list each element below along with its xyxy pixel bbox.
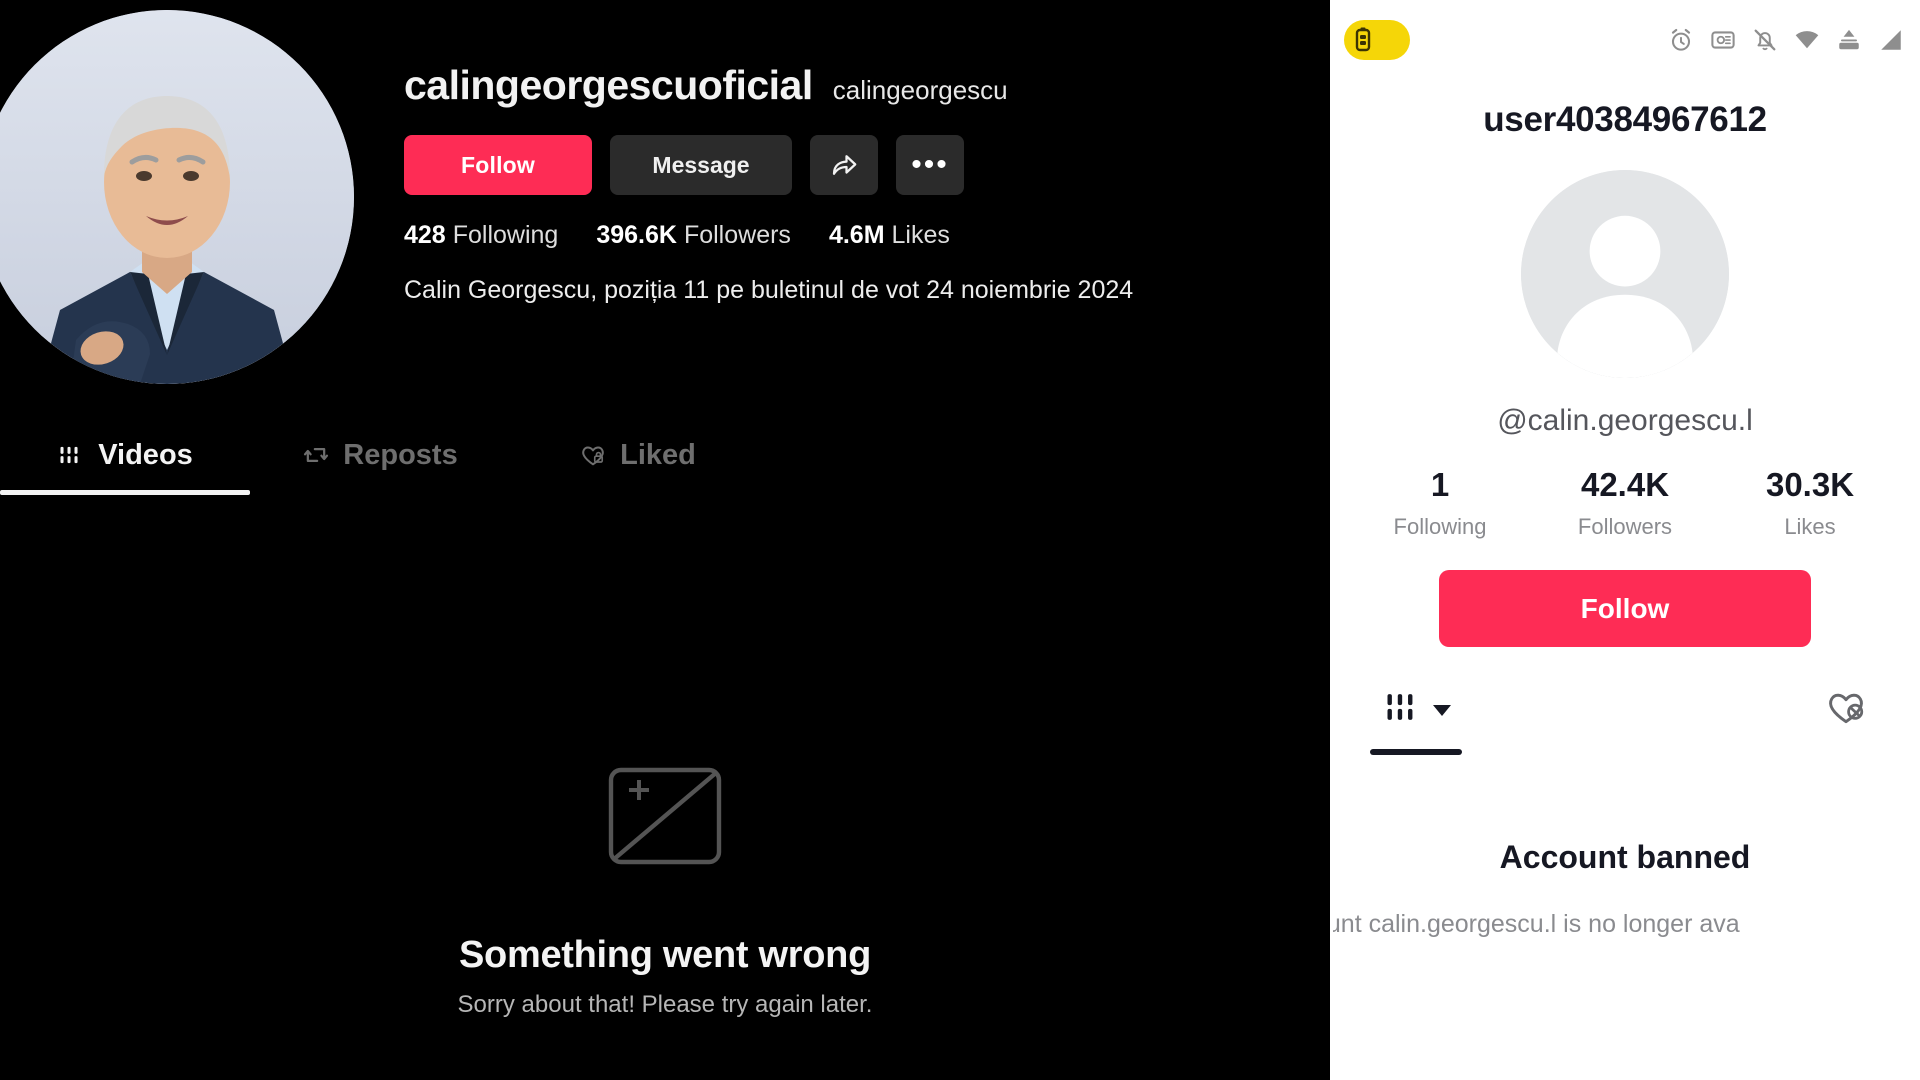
mobile-stat-following-label: Following <box>1393 514 1487 539</box>
profile-tabs: Videos Reposts Liked <box>0 424 1330 495</box>
battery-saver-badge <box>1344 20 1410 60</box>
panel-divider <box>1330 0 1333 1080</box>
tab-active-underline <box>0 490 250 495</box>
grid-dropdown-icon <box>1387 694 1413 720</box>
share-arrow-icon <box>832 155 857 175</box>
mobile-stat-following-value: 1 <box>1430 466 1450 503</box>
avatar-photo-icon <box>0 10 354 384</box>
stat-followers-value: 396.6K <box>596 221 677 249</box>
grid-icon <box>60 446 78 464</box>
mobile-banned-title: Account banned <box>1499 839 1751 875</box>
avatar[interactable] <box>0 10 354 384</box>
status-bar-icons <box>1668 27 1904 53</box>
name-row: calingeorgescuoficial calingeorgescu <box>404 62 1304 109</box>
profile-info: calingeorgescuoficial calingeorgescu Fol… <box>404 62 1304 305</box>
screenshot-root: calingeorgescuoficial calingeorgescu Fol… <box>0 0 1920 1080</box>
more-options-button[interactable]: ••• <box>896 135 964 195</box>
tab-videos-label: Videos <box>98 438 193 471</box>
stat-likes-label: Likes <box>891 221 950 249</box>
mobile-username: user40384967612 <box>1483 100 1767 139</box>
wifi-icon <box>1795 31 1819 49</box>
page-title: calingeorgescuoficial <box>404 62 813 108</box>
chevron-down-icon <box>1433 704 1451 716</box>
desktop-tiktok-profile: calingeorgescuoficial calingeorgescu Fol… <box>0 0 1330 1080</box>
message-button[interactable]: Message <box>610 135 792 195</box>
status-bar <box>1330 0 1920 80</box>
profile-handle: calingeorgescu <box>832 75 1008 105</box>
tab-videos[interactable]: Videos <box>0 424 250 495</box>
heart-hidden-icon <box>1829 693 1864 724</box>
hotspot-icon <box>1839 29 1859 50</box>
mobile-stat-followers-value: 42.4K <box>1580 466 1670 503</box>
mobile-stat-followers[interactable]: 42.4K Followers <box>1533 466 1718 540</box>
mobile-tab-liked[interactable] <box>1824 685 1868 729</box>
signal-icon <box>1881 30 1901 50</box>
mobile-stat-likes-label: Likes <box>1784 514 1836 539</box>
error-state: Something went wrong Sorry about that! P… <box>0 760 1330 1019</box>
tab-reposts-label: Reposts <box>343 438 458 471</box>
broken-image-icon <box>608 767 722 865</box>
screen-capture-icon <box>1711 31 1735 49</box>
mobile-tiktok-profile: user40384967612 @calin.georgescu.l 1 Fol… <box>1330 0 1920 1080</box>
alarm-clock-icon <box>1671 28 1691 51</box>
tab-reposts[interactable]: Reposts <box>250 424 510 486</box>
repost-icon <box>304 448 329 462</box>
error-subtitle: Sorry about that! Please try again later… <box>457 991 873 1018</box>
mobile-stats-row: 1 Following 42.4K Followers 30.3K Likes <box>1330 466 1920 540</box>
profile-actions: Follow Message ••• <box>404 135 1304 195</box>
stat-following-value: 428 <box>404 221 446 249</box>
mobile-follow-button[interactable]: Follow <box>1439 570 1811 647</box>
mobile-stat-followers-label: Followers <box>1577 514 1673 539</box>
mobile-stat-likes-value: 30.3K <box>1765 466 1855 503</box>
mobile-stat-likes[interactable]: 30.3K Likes <box>1718 466 1903 540</box>
battery-saver-icon <box>1355 27 1371 52</box>
stat-following-label: Following <box>452 221 559 249</box>
stat-likes[interactable]: 4.6M Likes <box>829 221 950 250</box>
stat-followers[interactable]: 396.6K Followers <box>596 221 791 250</box>
mobile-handle: @calin.georgescu.l <box>1497 404 1753 437</box>
mobile-banned-subtitle: ccount calin.georgescu.l is no longer av… <box>1330 910 1740 938</box>
more-options-icon: ••• <box>911 148 949 181</box>
tab-liked-label: Liked <box>620 438 696 471</box>
heart-lock-icon <box>582 446 604 466</box>
mobile-tab-videos[interactable] <box>1370 685 1462 755</box>
share-button[interactable] <box>810 135 878 195</box>
tab-liked[interactable]: Liked <box>510 424 765 486</box>
bell-muted-icon <box>1754 29 1776 51</box>
mobile-avatar[interactable] <box>1521 170 1729 378</box>
default-avatar-icon <box>1521 170 1729 378</box>
mobile-tab-active-underline <box>1370 749 1462 755</box>
follow-button[interactable]: Follow <box>404 135 592 195</box>
error-title: Something went wrong <box>459 934 871 976</box>
stat-followers-label: Followers <box>683 221 791 249</box>
stat-following[interactable]: 428 Following <box>404 221 558 250</box>
mobile-tabs <box>1330 685 1920 755</box>
stats-row: 428 Following 396.6K Followers 4.6M Likes <box>404 221 1304 250</box>
stat-likes-value: 4.6M <box>828 221 885 249</box>
profile-bio: Calin Georgescu, poziția 11 pe buletinul… <box>404 276 1134 304</box>
mobile-stat-following[interactable]: 1 Following <box>1348 466 1533 540</box>
